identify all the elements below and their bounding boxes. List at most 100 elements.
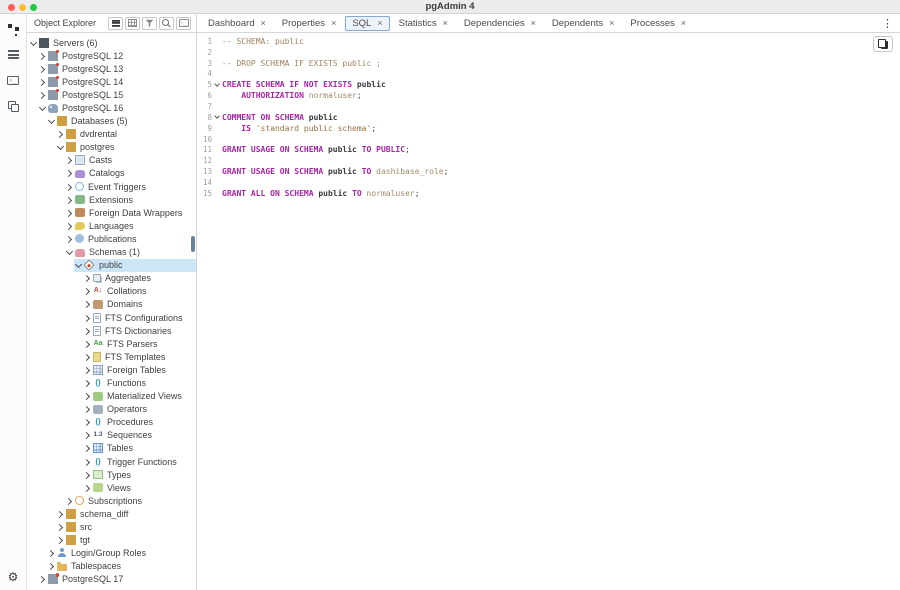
tab-statistics[interactable]: Statistics× (392, 16, 455, 31)
tree-item-postgresql-13[interactable]: PostgreSQL 13 (27, 62, 196, 75)
tab-dashboard[interactable]: Dashboard× (201, 16, 273, 31)
tree-item-collations[interactable]: A↓Collations (27, 285, 196, 298)
servers-tool-button[interactable] (108, 17, 123, 30)
expand-chevron-icon[interactable] (83, 326, 92, 335)
expand-chevron-icon[interactable] (65, 248, 74, 257)
copy-button[interactable] (873, 36, 893, 52)
tree-item-views[interactable]: Views (27, 481, 196, 494)
terminal-icon[interactable]: ›_ (4, 72, 22, 88)
expand-chevron-icon[interactable] (47, 117, 56, 126)
tree-item-procedures[interactable]: ()Procedures (27, 416, 196, 429)
expand-chevron-icon[interactable] (83, 313, 92, 322)
tree-item-extensions[interactable]: Extensions (27, 193, 196, 206)
tree-item-public[interactable]: public (27, 259, 196, 272)
expand-chevron-icon[interactable] (83, 352, 92, 361)
tree-item-types[interactable]: Types (27, 468, 196, 481)
tree-scrollbar-thumb[interactable] (191, 236, 195, 252)
tree-item-schemas-1[interactable]: Schemas (1) (27, 246, 196, 259)
expand-chevron-icon[interactable] (65, 234, 74, 243)
tree-item-sequences[interactable]: 1.3Sequences (27, 429, 196, 442)
expand-chevron-icon[interactable] (65, 208, 74, 217)
fold-chevron-icon[interactable] (214, 81, 221, 88)
object-explorer-icon[interactable] (4, 20, 22, 36)
expand-chevron-icon[interactable] (83, 457, 92, 466)
expand-chevron-icon[interactable] (83, 287, 92, 296)
tree-item-tablespaces[interactable]: Tablespaces (27, 560, 196, 573)
tree-item-tgt[interactable]: tgt (27, 534, 196, 547)
expand-chevron-icon[interactable] (83, 444, 92, 453)
tree-item-materialized-views[interactable]: Materialized Views (27, 390, 196, 403)
expand-chevron-icon[interactable] (65, 496, 74, 505)
fold-chevron-icon[interactable] (214, 114, 221, 121)
expand-chevron-icon[interactable] (65, 195, 74, 204)
tree-item-languages[interactable]: Languages (27, 219, 196, 232)
tree-item-foreign-data-wrappers[interactable]: Foreign Data Wrappers (27, 206, 196, 219)
expand-chevron-icon[interactable] (56, 523, 65, 532)
tab-processes[interactable]: Processes× (623, 16, 693, 31)
tab-close-icon[interactable]: × (331, 19, 336, 28)
tree-item-foreign-tables[interactable]: Foreign Tables (27, 363, 196, 376)
tree-item-dvdrental[interactable]: dvdrental (27, 128, 196, 141)
tree-item-subscriptions[interactable]: Subscriptions (27, 494, 196, 507)
expand-chevron-icon[interactable] (38, 575, 47, 584)
tab-close-icon[interactable]: × (681, 19, 686, 28)
expand-chevron-icon[interactable] (83, 418, 92, 427)
expand-chevron-icon[interactable] (65, 156, 74, 165)
tab-close-icon[interactable]: × (260, 19, 265, 28)
expand-chevron-icon[interactable] (47, 549, 56, 558)
tree-item-fts-configurations[interactable]: FTS Configurations (27, 311, 196, 324)
settings-gear-icon[interactable]: ⚙ (4, 569, 22, 585)
expand-chevron-icon[interactable] (56, 143, 65, 152)
tree-item-tables[interactable]: Tables (27, 442, 196, 455)
minimize-window-button[interactable] (19, 4, 26, 11)
expand-chevron-icon[interactable] (83, 483, 92, 492)
tab-close-icon[interactable]: × (377, 19, 382, 28)
tree-item-fts-templates[interactable]: FTS Templates (27, 350, 196, 363)
expand-chevron-icon[interactable] (83, 470, 92, 479)
tree-item-publications[interactable]: Publications (27, 232, 196, 245)
tree-item-postgresql-12[interactable]: PostgreSQL 12 (27, 49, 196, 62)
tree-item-schema-diff[interactable]: schema_diff (27, 507, 196, 520)
tree-item-databases-5[interactable]: Databases (5) (27, 115, 196, 128)
layers-icon[interactable] (4, 46, 22, 62)
tree-item-domains[interactable]: Domains (27, 298, 196, 311)
tab-properties[interactable]: Properties× (275, 16, 344, 31)
tree-item-login-group-roles[interactable]: Login/Group Roles (27, 547, 196, 560)
expand-chevron-icon[interactable] (56, 509, 65, 518)
tree-item-postgresql-17[interactable]: PostgreSQL 17 (27, 573, 196, 586)
tree-item-catalogs[interactable]: Catalogs (27, 167, 196, 180)
expand-chevron-icon[interactable] (56, 130, 65, 139)
tree-item-event-triggers[interactable]: Event Triggers (27, 180, 196, 193)
tree-item-trigger-functions[interactable]: ()Trigger Functions (27, 455, 196, 468)
expand-chevron-icon[interactable] (83, 365, 92, 374)
expand-chevron-icon[interactable] (83, 300, 92, 309)
expand-chevron-icon[interactable] (65, 169, 74, 178)
tree-item-functions[interactable]: ()Functions (27, 376, 196, 389)
expand-chevron-icon[interactable] (38, 90, 47, 99)
tree-item-servers-6[interactable]: Servers (6) (27, 36, 196, 49)
expand-chevron-icon[interactable] (83, 339, 92, 348)
query-tool-button[interactable]: ›_ (176, 17, 191, 30)
maximize-window-button[interactable] (30, 4, 37, 11)
schema-diff-icon[interactable] (4, 98, 22, 114)
expand-chevron-icon[interactable] (74, 261, 83, 270)
expand-chevron-icon[interactable] (83, 274, 92, 283)
expand-chevron-icon[interactable] (47, 562, 56, 571)
expand-chevron-icon[interactable] (65, 221, 74, 230)
tree-item-postgresql-15[interactable]: PostgreSQL 15 (27, 88, 196, 101)
tree-item-operators[interactable]: Operators (27, 403, 196, 416)
tab-close-icon[interactable]: × (531, 19, 536, 28)
expand-chevron-icon[interactable] (38, 104, 47, 113)
expand-chevron-icon[interactable] (83, 392, 92, 401)
expand-chevron-icon[interactable] (38, 51, 47, 60)
search-tool-button[interactable] (159, 17, 174, 30)
tab-close-icon[interactable]: × (609, 19, 614, 28)
expand-chevron-icon[interactable] (83, 405, 92, 414)
tab-dependents[interactable]: Dependents× (545, 16, 622, 31)
tree-item-src[interactable]: src (27, 520, 196, 533)
close-window-button[interactable] (8, 4, 15, 11)
tab-sql[interactable]: SQL× (345, 16, 389, 31)
expand-chevron-icon[interactable] (38, 64, 47, 73)
tree-item-aggregates[interactable]: Aggregates (27, 272, 196, 285)
tree-item-postgresql-16[interactable]: PostgreSQL 16 (27, 101, 196, 114)
